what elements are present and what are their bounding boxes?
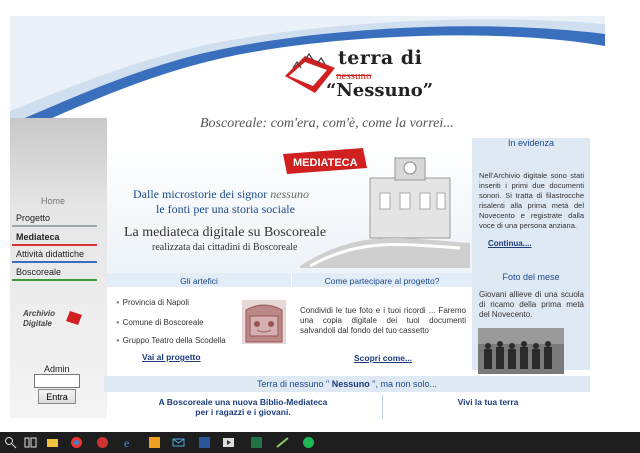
logo-title: terra di [338,47,423,69]
app-icon[interactable] [96,436,109,449]
artefici-item[interactable]: Provincia di Napoli [116,298,189,307]
mail-icon[interactable] [172,436,185,449]
continua-link[interactable]: Continua.... [488,239,532,248]
svg-text:MEDIATECA: MEDIATECA [293,157,358,169]
vai-al-progetto-link[interactable]: Vai al progetto [142,352,201,362]
foto-title: Foto del mese [502,272,560,282]
artefici-item[interactable]: Gruppo Teatro della Scodella [116,336,226,345]
sidebar-item-progetto[interactable]: Progetto [12,212,97,227]
outlook-icon[interactable] [148,436,161,449]
file-explorer-icon[interactable] [46,436,59,449]
artefici-item[interactable]: Comune di Boscoreale [116,318,204,327]
foto-image[interactable] [478,328,564,374]
sidebar-item-mediateca[interactable]: Mediateca [12,231,97,246]
pen-icon[interactable] [276,436,289,449]
entra-button[interactable]: Entra [38,389,76,404]
svg-text:Digitale: Digitale [23,319,52,328]
evidenza-title: In evidenza [507,138,555,148]
sidebar-item-boscoreale[interactable]: Boscoreale [12,266,97,281]
chrome-icon[interactable] [70,436,83,449]
bottom-band: Terra di nessuno " Nessuno ", ma non sol… [104,376,590,392]
tagline: Boscoreale: com'era, com'è, come la vorr… [200,116,454,131]
admin-label: Admin [44,364,70,374]
hero-line-2: le fonti per una storia sociale [156,202,295,216]
excel-icon[interactable] [250,436,263,449]
hero-line-4: realizzata dai cittadini di Boscoreale [152,242,298,253]
word-icon[interactable] [198,436,211,449]
logo-name: “Nessuno” [326,80,434,101]
archivio-digitale-logo[interactable]: Archivio Digitale [18,305,88,331]
mediateca-sign: MEDIATECA [283,148,367,174]
foto-text: Giovani allieve di una scuola di ricamo … [479,290,584,319]
admin-input[interactable] [34,374,80,388]
artefici-title: Gli artefici [107,273,291,287]
hero-line-1: Dalle microstorie dei signor nessuno [133,187,309,201]
scopri-come-link[interactable]: Scopri come... [354,353,412,363]
task-view-icon[interactable] [24,436,37,449]
search-icon[interactable] [4,436,17,449]
evidenza-text: Nell'Archivio digitale sono stati inseri… [479,171,584,230]
svg-text:e: e [124,436,129,449]
vivi-la-tua-terra-link[interactable]: Vivi la tua terra [386,397,590,407]
hero-line-3: La mediateca digitale su Boscoreale [124,225,327,240]
svg-text:Archivio: Archivio [22,309,55,318]
theatre-icon [242,300,286,344]
partecipare-title: Come partecipare al progetto? [292,273,472,287]
sidebar-item-attivita[interactable]: Attività didattiche [12,248,97,263]
divider [382,395,383,419]
spotify-icon[interactable] [302,436,315,449]
partecipare-text: Condividi le tue foto e i tuoi ricordi .… [300,306,466,335]
biblio-mediateca-link[interactable]: A Boscoreale una nuova Biblio-Mediateca p… [104,397,382,417]
edge-icon[interactable]: e [122,436,135,449]
nav-home[interactable]: Home [10,196,97,206]
video-icon[interactable] [222,436,235,449]
